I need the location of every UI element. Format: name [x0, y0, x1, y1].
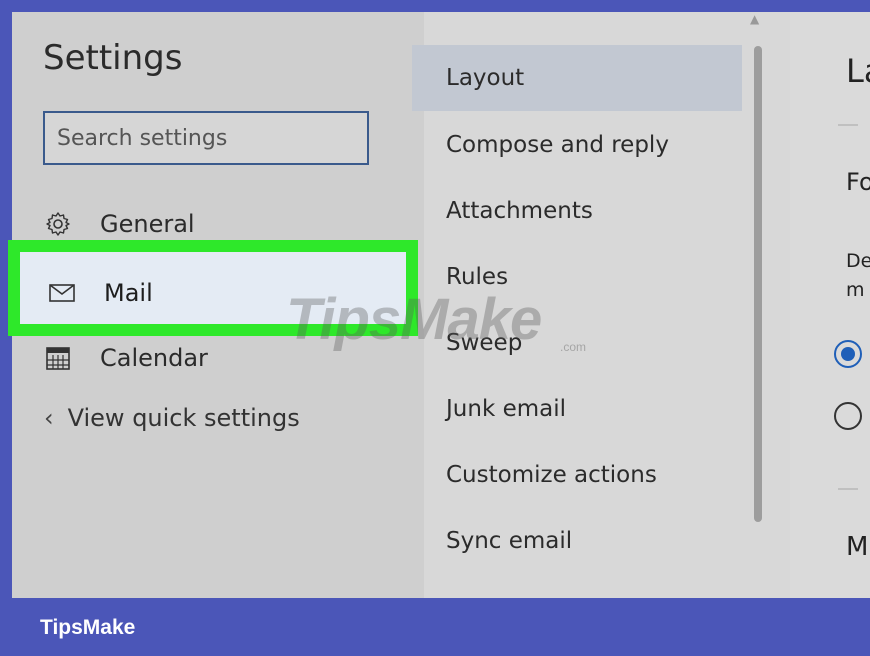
section-heading: Fo — [846, 168, 870, 196]
radio-option-2[interactable] — [834, 402, 862, 430]
sidebar-item-calendar[interactable]: Calendar — [44, 333, 208, 383]
menu-item-customize-actions[interactable]: Customize actions — [412, 442, 742, 508]
scroll-up-arrow-icon[interactable]: ▲ — [750, 12, 759, 26]
chevron-left-icon: ‹ — [44, 404, 54, 432]
sidebar-item-label: Calendar — [100, 344, 208, 372]
section-description-line1: De — [846, 250, 870, 272]
radio-option-1[interactable] — [834, 340, 862, 368]
sidebar-item-label: General — [100, 210, 195, 238]
search-input[interactable] — [43, 111, 369, 165]
menu-item-layout[interactable]: Layout — [412, 45, 742, 111]
menu-item-label: Customize actions — [446, 462, 657, 488]
menu-item-label: Compose and reply — [446, 132, 669, 158]
section2-heading: M — [846, 532, 869, 562]
sidebar-item-label: Mail — [104, 279, 153, 307]
menu-item-label: Attachments — [446, 198, 593, 224]
scroll-track — [760, 12, 790, 598]
divider — [838, 124, 858, 126]
menu-item-attachments[interactable]: Attachments — [412, 178, 742, 244]
detail-heading: La — [846, 52, 870, 90]
menu-item-label: Sync email — [446, 528, 573, 554]
view-quick-settings-label: View quick settings — [67, 404, 300, 432]
view-quick-settings-link[interactable]: ‹ View quick settings — [44, 404, 300, 432]
scrollbar-thumb[interactable] — [754, 46, 762, 522]
gear-icon — [44, 210, 72, 238]
menu-item-label: Junk email — [446, 396, 566, 422]
page-title: Settings — [43, 38, 183, 78]
brand-label: TipsMake — [40, 616, 136, 639]
watermark-suffix: .com — [560, 340, 587, 354]
menu-item-sync-email[interactable]: Sync email — [412, 508, 742, 574]
sidebar-item-mail[interactable]: Mail — [48, 268, 153, 318]
calendar-icon — [44, 344, 72, 372]
menu-item-label: Layout — [446, 65, 525, 91]
envelope-icon — [48, 279, 76, 307]
menu-item-compose-reply[interactable]: Compose and reply — [412, 112, 742, 178]
detail-pane — [790, 12, 870, 598]
menu-item-junk-email[interactable]: Junk email — [412, 376, 742, 442]
section-description-line2: m — [846, 279, 865, 301]
divider — [838, 488, 858, 490]
watermark: TipsMake — [286, 287, 542, 352]
frame-top — [0, 0, 870, 12]
